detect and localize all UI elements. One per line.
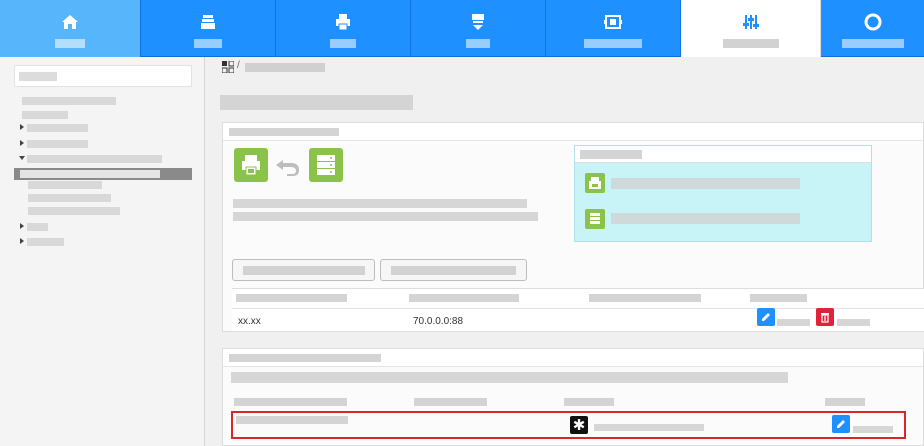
- download-icon: [466, 10, 490, 34]
- home-icon: [58, 10, 82, 34]
- sidebar-item-selected[interactable]: [14, 168, 192, 180]
- info-box: [574, 145, 872, 242]
- table-header-cell: [409, 294, 519, 302]
- tab-home-label: [55, 39, 85, 48]
- tab-network[interactable]: [546, 0, 681, 57]
- tab-tray[interactable]: [141, 0, 276, 57]
- table-header-cell: [234, 398, 347, 406]
- sidebar-item[interactable]: [27, 223, 48, 231]
- edit-label[interactable]: [777, 319, 810, 326]
- edit-label[interactable]: [853, 426, 893, 433]
- chevron-right-icon[interactable]: [20, 140, 24, 146]
- sidebar-item[interactable]: [27, 155, 162, 163]
- sliders-icon: [739, 10, 763, 34]
- table-cell: [594, 424, 704, 431]
- sidebar-item[interactable]: [27, 238, 64, 246]
- table-header-cell: [589, 294, 701, 302]
- description-text: [231, 372, 788, 383]
- tab-print-label: [330, 39, 356, 48]
- table-cell: xx.xx: [238, 316, 261, 327]
- action-button-2[interactable]: [380, 259, 527, 281]
- tab-settings[interactable]: [681, 0, 821, 57]
- panel-header: [223, 349, 923, 367]
- sidebar: [0, 57, 205, 446]
- tab-network-label: [584, 39, 642, 48]
- server-icon: [585, 209, 605, 229]
- description-text: [233, 212, 538, 221]
- tab-print[interactable]: [276, 0, 411, 57]
- fax-icon: [585, 173, 605, 193]
- tab-home[interactable]: [0, 0, 141, 57]
- page-title: [220, 95, 413, 110]
- sidebar-subitem[interactable]: [28, 194, 111, 202]
- chevron-right-icon[interactable]: [20, 124, 24, 130]
- highlighted-row[interactable]: [231, 411, 906, 439]
- info-box-line: [611, 213, 800, 224]
- sidebar-search-input[interactable]: [14, 65, 192, 87]
- edit-icon[interactable]: [832, 415, 850, 433]
- info-box-header: [575, 146, 871, 163]
- sidebar-item[interactable]: [22, 111, 68, 119]
- breadcrumb-separator: /: [237, 60, 240, 71]
- table-header-cell: [236, 294, 347, 302]
- edit-icon[interactable]: [757, 308, 775, 326]
- tab-download[interactable]: [411, 0, 546, 57]
- tab-download-label: [466, 39, 490, 48]
- tab-support[interactable]: [821, 0, 924, 57]
- top-navigation: [0, 0, 924, 57]
- sidebar-item[interactable]: [27, 140, 88, 148]
- undo-arrow-icon: [275, 158, 301, 179]
- printer-icon: [331, 10, 355, 34]
- table-header-cell: [825, 398, 865, 406]
- delete-label[interactable]: [837, 319, 870, 326]
- table-header-cell: [564, 398, 614, 406]
- tab-settings-label: [722, 39, 779, 48]
- tray-icon: [196, 10, 220, 34]
- tab-tray-label: [194, 39, 222, 48]
- grid-icon[interactable]: [221, 60, 235, 76]
- table-header-cell: [750, 294, 807, 302]
- breadcrumb-current[interactable]: [245, 63, 325, 72]
- sidebar-item[interactable]: [22, 97, 116, 105]
- sidebar-subitem[interactable]: [28, 207, 120, 215]
- sidebar-subitem[interactable]: [28, 181, 102, 189]
- lifebuoy-icon: [861, 10, 885, 34]
- sidebar-item[interactable]: [27, 124, 88, 132]
- server-stack-icon: [309, 148, 343, 182]
- printer-fax-icon: [234, 148, 268, 182]
- table-header-cell: [414, 398, 487, 406]
- description-text: [233, 199, 527, 208]
- panel-header: [223, 123, 923, 141]
- asterisk-icon: ✱: [570, 416, 588, 434]
- info-box-line: [611, 178, 800, 189]
- chevron-down-icon[interactable]: [19, 156, 25, 160]
- network-icon: [601, 10, 625, 34]
- trash-icon[interactable]: [816, 308, 834, 326]
- table-cell: 70.0.0.0:88: [413, 316, 464, 327]
- tab-support-label: [841, 39, 904, 48]
- action-button-1[interactable]: [232, 259, 375, 281]
- chevron-right-icon[interactable]: [20, 238, 24, 244]
- chevron-right-icon[interactable]: [20, 223, 24, 229]
